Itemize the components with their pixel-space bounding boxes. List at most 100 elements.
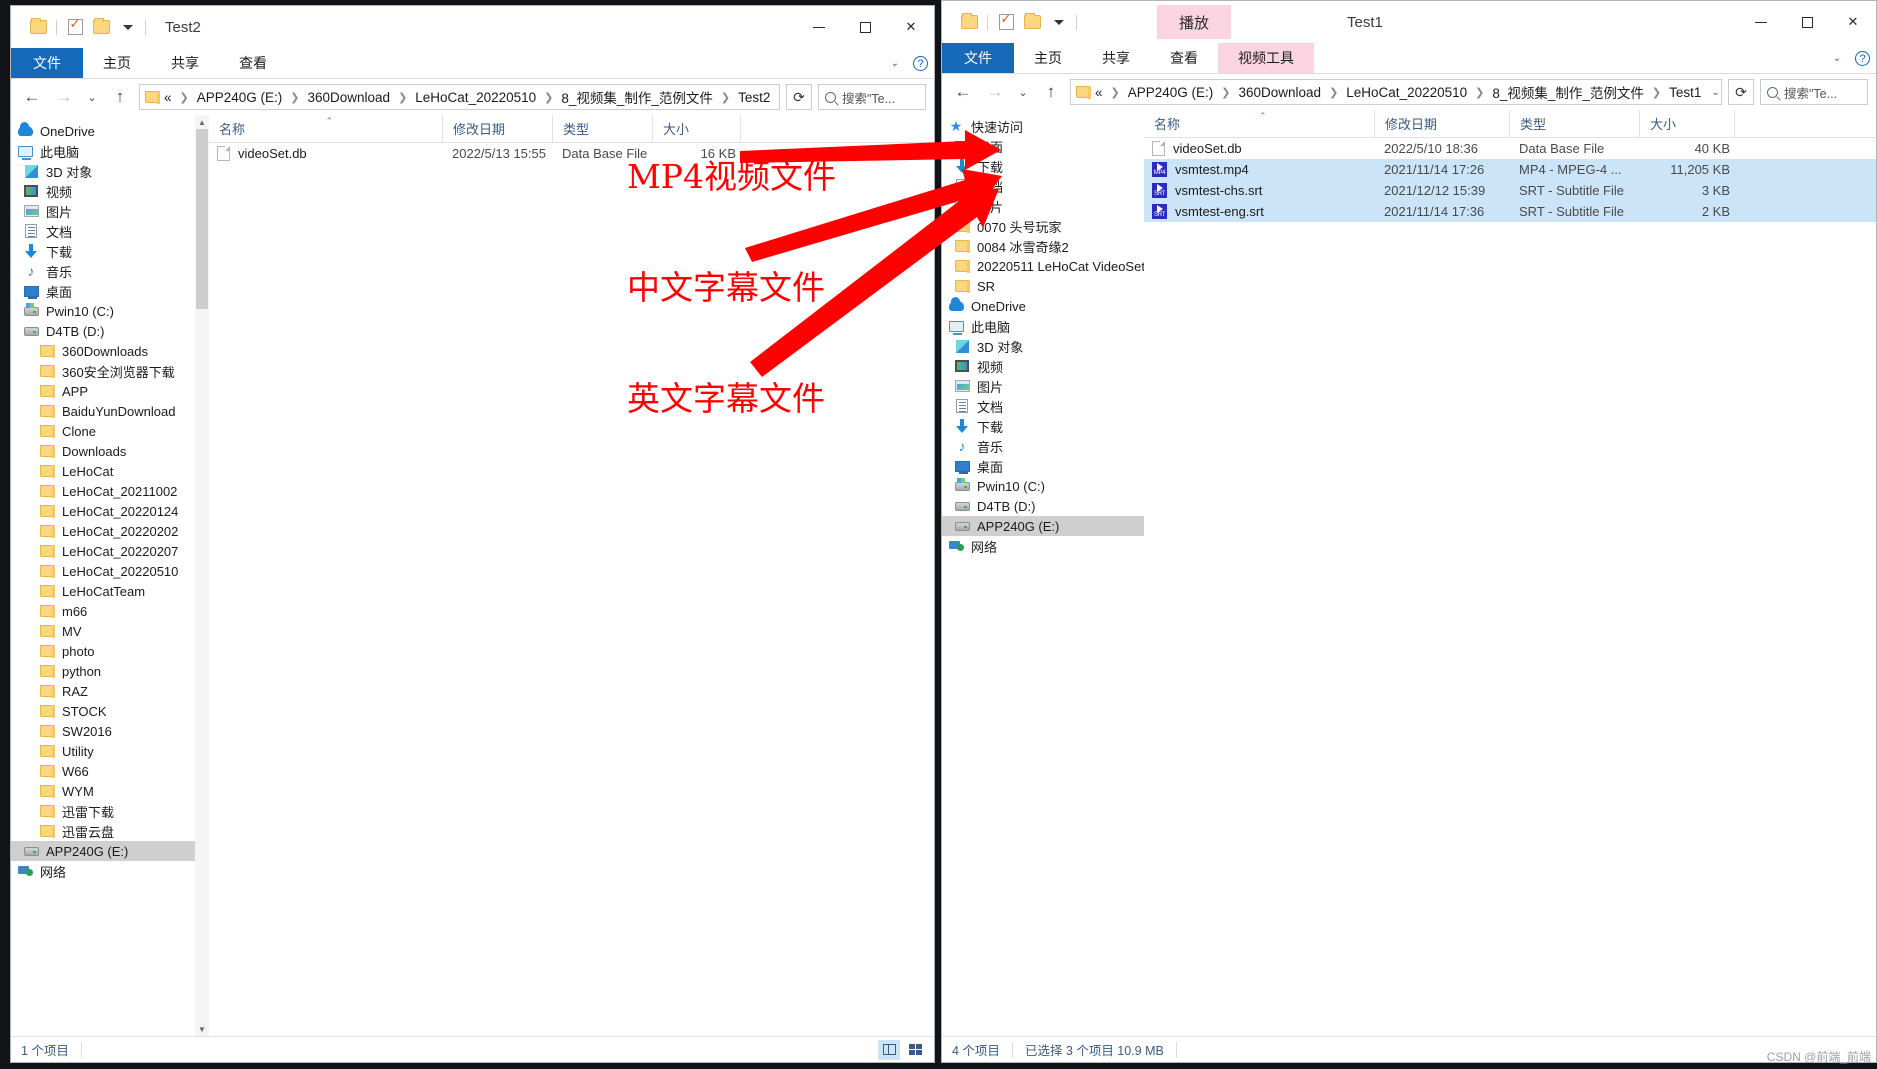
close-icon[interactable]: ✕	[1830, 1, 1876, 43]
left-nav-item[interactable]: OneDrive	[11, 121, 209, 141]
right-nav-item[interactable]: APP240G (E:)	[942, 516, 1144, 536]
table-row[interactable]: videoSet.db 2022/5/10 18:36 Data Base File…	[1144, 138, 1876, 159]
left-nav-item[interactable]: LeHoCat_20220207	[11, 541, 209, 561]
left-nav-item[interactable]: Downloads	[11, 441, 209, 461]
explorer-window-left[interactable]: Test2 ✕ 文件 主页 共享 查看 ⌄ ? ← → ⌄ ↑ « ❯ APP2…	[10, 5, 935, 1063]
left-nav-item[interactable]: 网络	[11, 861, 209, 881]
right-nav-item[interactable]: 图片	[942, 196, 1144, 216]
right-nav-item[interactable]: D4TB (D:)	[942, 496, 1144, 516]
right-navigation-bar[interactable]: ← → ⌄ ↑ « ❯ APP240G (E:) ❯ 360Download ❯…	[942, 74, 1876, 110]
right-nav-item[interactable]: 网络	[942, 536, 1144, 556]
up-arrow-icon[interactable]: ↑	[107, 84, 133, 110]
left-nav-item[interactable]: 桌面	[11, 281, 209, 301]
left-navpane-scrollbar[interactable]: ▲ ▼	[195, 115, 209, 1036]
large-icons-view-icon[interactable]	[904, 1040, 926, 1060]
column-header-size[interactable]: 大小	[652, 115, 740, 142]
left-nav-item[interactable]: Clone	[11, 421, 209, 441]
recent-locations-chevron-down-icon[interactable]: ⌄	[1014, 79, 1032, 105]
right-file-list-pane[interactable]: ⌃ 名称 修改日期 类型 大小 videoSet.db 2022/5/10 18:…	[1144, 110, 1876, 1036]
folder-icon[interactable]	[956, 9, 982, 35]
right-nav-item[interactable]: 文档	[942, 176, 1144, 196]
left-nav-item[interactable]: LeHoCat	[11, 461, 209, 481]
left-nav-item[interactable]: SW2016	[11, 721, 209, 741]
left-nav-item[interactable]: m66	[11, 601, 209, 621]
right-nav-item[interactable]: 图片	[942, 376, 1144, 396]
column-header-size[interactable]: 大小	[1639, 110, 1734, 137]
left-quick-access-toolbar[interactable]	[11, 14, 151, 40]
breadcrumb-1[interactable]: 360Download	[1239, 85, 1322, 100]
right-file-rows[interactable]: videoSet.db 2022/5/10 18:36 Data Base File…	[1144, 138, 1876, 1036]
left-address-bar[interactable]: « ❯ APP240G (E:) ❯ 360Download ❯ LeHoCat…	[139, 84, 780, 110]
left-nav-item[interactable]: LeHoCat_20211002	[11, 481, 209, 501]
file-name-cell[interactable]: SRT vsmtest-eng.srt	[1144, 204, 1374, 219]
breadcrumb-root[interactable]: «	[1095, 85, 1103, 100]
left-ribbon-tabs[interactable]: 文件 主页 共享 查看 ⌄ ?	[11, 48, 934, 79]
left-nav-item[interactable]: 3D 对象	[11, 161, 209, 181]
left-nav-item[interactable]: 迅雷下载	[11, 801, 209, 821]
left-nav-item[interactable]: Pwin10 (C:)	[11, 301, 209, 321]
folder-icon[interactable]	[25, 14, 51, 40]
left-nav-item[interactable]: 360Downloads	[11, 341, 209, 361]
file-name-cell[interactable]: SRT vsmtest-chs.srt	[1144, 183, 1374, 198]
left-file-list-pane[interactable]: ⌃ 名称 修改日期 类型 大小 videoSet.db 2022/5/13 15:…	[209, 115, 934, 1036]
left-nav-item[interactable]: RAZ	[11, 681, 209, 701]
left-nav-item[interactable]: 图片	[11, 201, 209, 221]
chevron-down-icon[interactable]: ⌄	[891, 58, 899, 69]
contextual-tab-play[interactable]: 播放	[1157, 5, 1232, 39]
address-chevron-down-icon[interactable]: ⌄	[1705, 87, 1719, 98]
tab-video-tools[interactable]: 视频工具	[1218, 43, 1314, 73]
left-nav-item[interactable]: 360安全浏览器下载	[11, 361, 209, 381]
right-ribbon-tabs[interactable]: 文件 主页 共享 查看 视频工具 ⌄ ?	[942, 43, 1876, 74]
breadcrumb-2[interactable]: LeHoCat_20220510	[1346, 85, 1467, 100]
help-icon[interactable]: ?	[913, 56, 928, 71]
right-column-headers[interactable]: ⌃ 名称 修改日期 类型 大小	[1144, 110, 1876, 138]
left-nav-item[interactable]: APP	[11, 381, 209, 401]
column-header-date[interactable]: 修改日期	[442, 115, 552, 142]
new-folder-icon[interactable]	[88, 14, 114, 40]
breadcrumb-root[interactable]: «	[164, 90, 172, 105]
close-icon[interactable]: ✕	[888, 6, 934, 48]
left-column-headers[interactable]: ⌃ 名称 修改日期 类型 大小	[209, 115, 934, 143]
chevron-down-icon[interactable]	[114, 14, 140, 40]
left-nav-item[interactable]: 视频	[11, 181, 209, 201]
breadcrumb-2[interactable]: LeHoCat_20220510	[415, 90, 536, 105]
left-nav-item[interactable]: D4TB (D:)	[11, 321, 209, 341]
right-nav-item[interactable]: 下载	[942, 416, 1144, 436]
chevron-down-icon[interactable]: ⌄	[1833, 53, 1841, 64]
forward-arrow-icon[interactable]: →	[982, 79, 1008, 105]
breadcrumb-3[interactable]: 8_视频集_制作_范例文件	[561, 87, 713, 107]
tab-home[interactable]: 主页	[83, 48, 151, 78]
right-nav-item[interactable]: 20220511 LeHoCat VideoSet	[942, 256, 1144, 276]
right-nav-item[interactable]: 文档	[942, 396, 1144, 416]
minimize-icon[interactable]	[1738, 1, 1784, 43]
left-nav-item[interactable]: STOCK	[11, 701, 209, 721]
maximize-icon[interactable]	[1784, 1, 1830, 43]
back-arrow-icon[interactable]: ←	[950, 79, 976, 105]
file-name-cell[interactable]: MP4 vsmtest.mp4	[1144, 162, 1374, 177]
left-view-buttons[interactable]	[878, 1039, 926, 1060]
scrollbar-thumb[interactable]	[196, 129, 208, 309]
left-nav-item[interactable]: LeHoCat_20220202	[11, 521, 209, 541]
file-name-cell[interactable]: videoSet.db	[1144, 141, 1374, 156]
left-nav-item[interactable]: WYM	[11, 781, 209, 801]
up-arrow-icon[interactable]: ↑	[1038, 79, 1064, 105]
column-header-type[interactable]: 类型	[552, 115, 652, 142]
back-arrow-icon[interactable]: ←	[19, 84, 45, 110]
left-nav-item[interactable]: BaiduYunDownload	[11, 401, 209, 421]
right-navigation-pane[interactable]: ★ 快速访问 桌面 下载 文档 图片 0070 头号玩家 0084 冰雪奇缘2 20220511…	[942, 110, 1144, 1036]
column-header-name[interactable]: ⌃ 名称	[209, 115, 442, 142]
table-row[interactable]: SRT vsmtest-chs.srt 2021/12/12 15:39 SRT - …	[1144, 180, 1876, 201]
table-row[interactable]: videoSet.db 2022/5/13 15:55 Data Base File…	[209, 143, 934, 164]
properties-icon[interactable]	[62, 14, 88, 40]
column-header-date[interactable]: 修改日期	[1374, 110, 1509, 137]
left-nav-item[interactable]: MV	[11, 621, 209, 641]
left-nav-item[interactable]: LeHoCat_20220124	[11, 501, 209, 521]
tab-view[interactable]: 查看	[1150, 43, 1218, 73]
right-address-bar[interactable]: « ❯ APP240G (E:) ❯ 360Download ❯ LeHoCat…	[1070, 79, 1722, 105]
right-nav-item[interactable]: SR	[942, 276, 1144, 296]
right-nav-item[interactable]: 0070 头号玩家	[942, 216, 1144, 236]
breadcrumb-current[interactable]: Test2	[738, 90, 770, 105]
left-nav-item[interactable]: 迅雷云盘	[11, 821, 209, 841]
left-nav-item[interactable]: W66	[11, 761, 209, 781]
right-nav-item[interactable]: ★ 快速访问	[942, 116, 1144, 136]
